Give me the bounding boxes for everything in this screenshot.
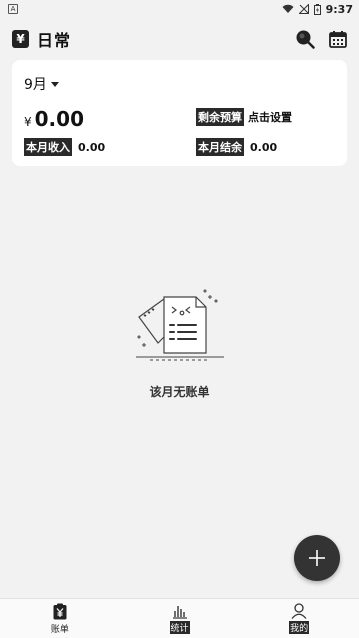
add-bill-button[interactable] (294, 535, 340, 581)
calendar-icon[interactable] (329, 30, 347, 48)
status-bar: A 9:37 (0, 0, 359, 18)
budget-set-link[interactable]: 点击设置 (248, 109, 292, 125)
balance-row: 本月结余 0.00 (196, 138, 277, 156)
income-label: 本月收入 (24, 138, 72, 156)
empty-state-text: 该月无账单 (149, 385, 210, 399)
balance-value: 0.00 (250, 140, 278, 154)
budget-row[interactable]: 剩余预算 点击设置 (196, 108, 292, 126)
signal-icon (298, 4, 309, 14)
bill-icon (53, 603, 67, 620)
summary-card: 9月 ¥ 0.00 剩余预算 点击设置 本月收入 0.00 本月结余 0.00 (12, 60, 347, 166)
expense-total: ¥ 0.00 (24, 107, 84, 131)
plus-icon (309, 550, 325, 566)
income-value: 0.00 (78, 140, 106, 154)
notification-icon: A (8, 4, 18, 14)
balance-label: 本月结余 (196, 138, 244, 156)
budget-label: 剩余预算 (196, 108, 244, 126)
month-selector[interactable]: 9月 (24, 74, 335, 94)
app-logo: ¥ (12, 30, 29, 48)
expense-amount: 0.00 (34, 107, 84, 131)
tab-profile-label: 我的 (289, 621, 310, 634)
battery-icon (313, 3, 321, 15)
search-icon[interactable] (295, 29, 315, 49)
tab-stats[interactable]: 统计 (120, 599, 240, 638)
top-bar: ¥ 日常 (0, 20, 359, 58)
page-title: 日常 (37, 31, 72, 50)
wifi-icon (282, 4, 294, 13)
chevron-down-icon (50, 81, 59, 87)
chart-icon (172, 606, 187, 619)
month-label: 9月 (24, 77, 47, 93)
tab-profile[interactable]: 我的 (239, 599, 359, 638)
bottom-tab-bar: 账单 统计 我的 (0, 598, 359, 638)
tab-bills-label: 账单 (50, 625, 69, 635)
empty-state: 该月无账单 (0, 285, 359, 400)
currency-symbol: ¥ (24, 115, 32, 129)
empty-bills-illustration (135, 289, 224, 361)
status-time: 9:37 (325, 2, 353, 16)
user-icon (291, 603, 307, 619)
income-row: 本月收入 0.00 (24, 138, 105, 156)
tab-stats-label: 统计 (169, 621, 190, 634)
tab-bills[interactable]: 账单 (0, 599, 120, 638)
